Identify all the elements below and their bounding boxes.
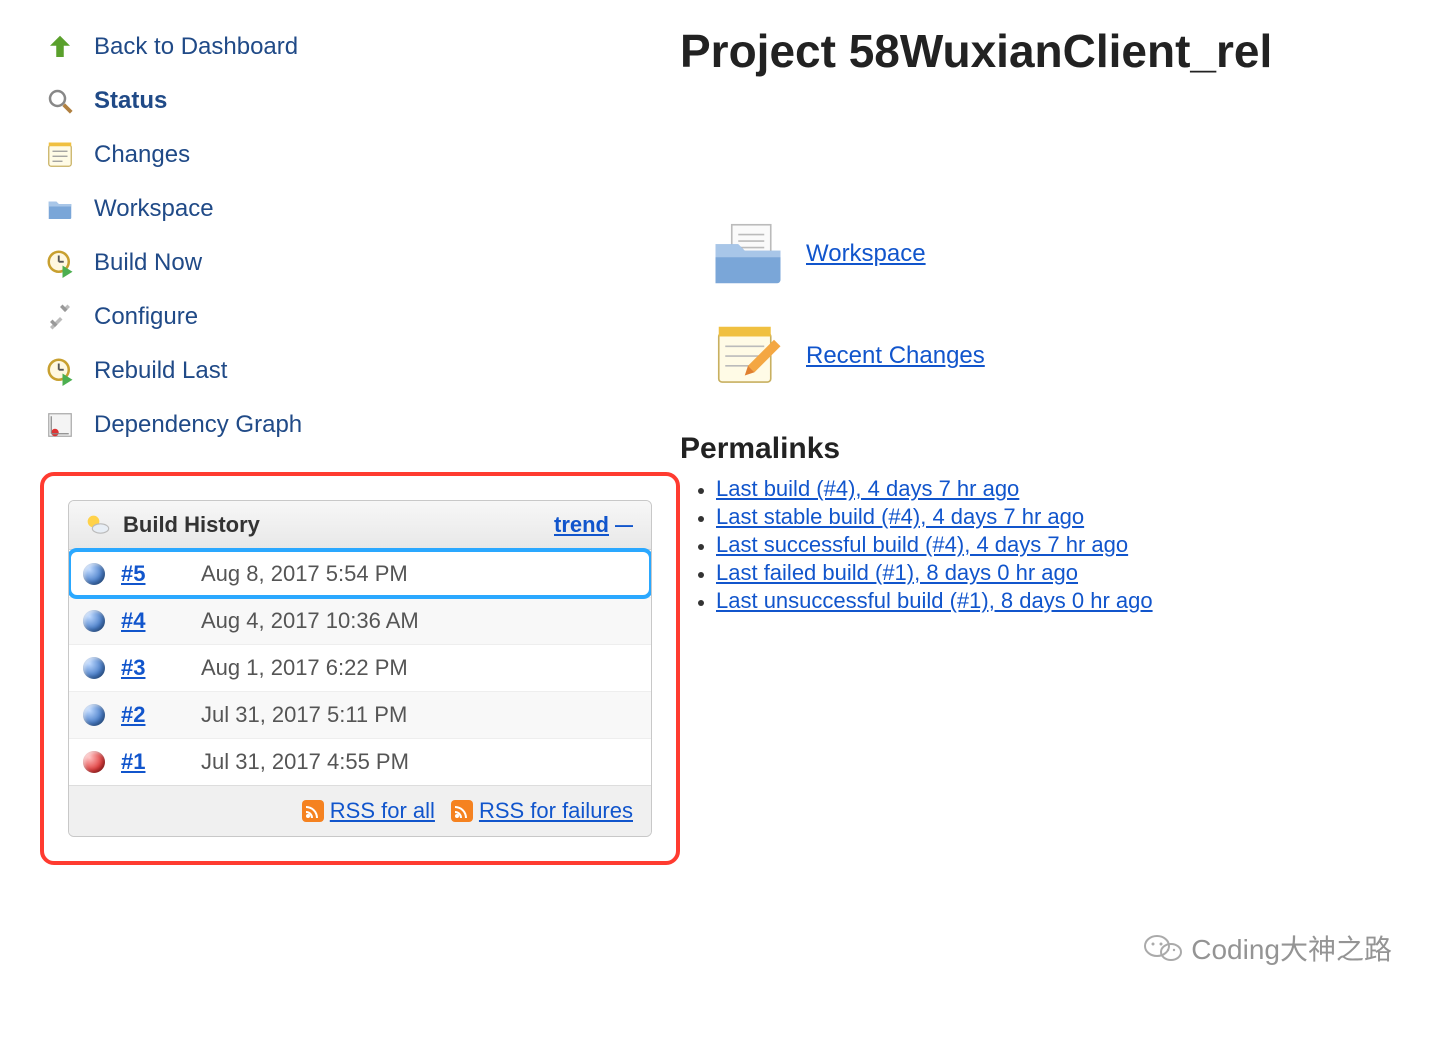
workspace-link[interactable]: Workspace	[806, 240, 926, 268]
build-history-title: Build History	[123, 512, 554, 538]
graph-icon	[40, 410, 80, 440]
permalink-link[interactable]: Last failed build (#1), 8 days 0 hr ago	[716, 560, 1078, 585]
nav-label: Rebuild Last	[94, 357, 227, 385]
permalink-item: Last build (#4), 4 days 7 hr ago	[716, 476, 1432, 502]
build-timestamp: Aug 8, 2017 5:54 PM	[201, 561, 408, 587]
quicklink-recent-changes[interactable]: Recent Changes	[708, 320, 1432, 392]
collapse-icon[interactable]: —	[615, 515, 633, 536]
notepad-icon	[40, 140, 80, 170]
sidebar: Back to Dashboard Status Changes Workspa…	[0, 0, 680, 865]
trend-link[interactable]: trend	[554, 512, 609, 538]
build-number-link[interactable]: #2	[121, 702, 201, 728]
search-icon	[40, 86, 80, 116]
build-history-panel: Build History trend — #5Aug 8, 2017 5:54…	[68, 500, 652, 837]
nav-dependency-graph[interactable]: Dependency Graph	[40, 398, 680, 452]
permalink-item: Last unsuccessful build (#1), 8 days 0 h…	[716, 588, 1432, 614]
weather-icon	[83, 511, 111, 539]
permalink-link[interactable]: Last unsuccessful build (#1), 8 days 0 h…	[716, 588, 1153, 613]
build-history-row[interactable]: #4Aug 4, 2017 10:36 AM	[69, 597, 651, 644]
nav-label: Dependency Graph	[94, 411, 302, 439]
build-timestamp: Jul 31, 2017 5:11 PM	[201, 702, 407, 728]
nav-label: Status	[94, 87, 167, 115]
nav-changes[interactable]: Changes	[40, 128, 680, 182]
nav-workspace[interactable]: Workspace	[40, 182, 680, 236]
page-title: Project 58WuxianClient_rel	[680, 24, 1432, 78]
nav-label: Changes	[94, 141, 190, 169]
rss-failures-link[interactable]: RSS for failures	[479, 798, 633, 824]
nav-status[interactable]: Status	[40, 74, 680, 128]
build-history-row[interactable]: #5Aug 8, 2017 5:54 PM	[69, 550, 651, 597]
nav-label: Workspace	[94, 195, 214, 223]
nav-label: Configure	[94, 303, 198, 331]
build-number-link[interactable]: #5	[121, 561, 201, 587]
rss-icon	[451, 800, 473, 822]
nav-rebuild-last[interactable]: Rebuild Last	[40, 344, 680, 398]
wechat-icon	[1143, 932, 1183, 964]
build-history-row[interactable]: #2Jul 31, 2017 5:11 PM	[69, 691, 651, 738]
build-status-ball-icon	[83, 610, 105, 632]
permalink-link[interactable]: Last build (#4), 4 days 7 hr ago	[716, 476, 1019, 501]
notepad-pencil-icon	[708, 320, 788, 392]
nav-build-now[interactable]: Build Now	[40, 236, 680, 290]
build-history-row[interactable]: #3Aug 1, 2017 6:22 PM	[69, 644, 651, 691]
recent-changes-link[interactable]: Recent Changes	[806, 342, 985, 370]
build-status-ball-icon	[83, 704, 105, 726]
permalink-item: Last failed build (#1), 8 days 0 hr ago	[716, 560, 1432, 586]
clock-play-icon	[40, 248, 80, 278]
permalink-item: Last stable build (#4), 4 days 7 hr ago	[716, 504, 1432, 530]
build-history-footer: RSS for all RSS for failures	[69, 785, 651, 836]
folder-document-icon	[708, 218, 788, 290]
build-status-ball-icon	[83, 657, 105, 679]
permalinks-list: Last build (#4), 4 days 7 hr ago Last sta…	[716, 476, 1432, 614]
nav-back-to-dashboard[interactable]: Back to Dashboard	[40, 20, 680, 74]
build-timestamp: Aug 1, 2017 6:22 PM	[201, 655, 408, 681]
watermark-text: Coding大神之路	[1191, 928, 1392, 968]
build-number-link[interactable]: #4	[121, 608, 201, 634]
build-number-link[interactable]: #3	[121, 655, 201, 681]
main-content: Project 58WuxianClient_rel Workspace	[680, 0, 1432, 616]
rss-icon	[302, 800, 324, 822]
watermark: Coding大神之路	[1143, 928, 1392, 968]
build-status-ball-icon	[83, 563, 105, 585]
up-arrow-icon	[40, 32, 80, 62]
build-number-link[interactable]: #1	[121, 749, 201, 775]
permalink-item: Last successful build (#4), 4 days 7 hr …	[716, 532, 1432, 558]
quick-links: Workspace Recent Changes	[708, 218, 1432, 392]
nav-configure[interactable]: Configure	[40, 290, 680, 344]
build-history-row[interactable]: #1Jul 31, 2017 4:55 PM	[69, 738, 651, 785]
quicklink-workspace[interactable]: Workspace	[708, 218, 1432, 290]
build-history-highlight: Build History trend — #5Aug 8, 2017 5:54…	[40, 472, 680, 865]
permalink-link[interactable]: Last successful build (#4), 4 days 7 hr …	[716, 532, 1128, 557]
build-timestamp: Jul 31, 2017 4:55 PM	[201, 749, 409, 775]
build-status-ball-icon	[83, 751, 105, 773]
build-history-header: Build History trend —	[69, 501, 651, 550]
nav-label: Build Now	[94, 249, 202, 277]
folder-icon	[40, 194, 80, 224]
permalink-link[interactable]: Last stable build (#4), 4 days 7 hr ago	[716, 504, 1084, 529]
tools-icon	[40, 302, 80, 332]
nav-label: Back to Dashboard	[94, 33, 298, 61]
build-timestamp: Aug 4, 2017 10:36 AM	[201, 608, 419, 634]
permalinks-section: Permalinks Last build (#4), 4 days 7 hr …	[680, 432, 1432, 614]
clock-play-icon	[40, 356, 80, 386]
rss-all-link[interactable]: RSS for all	[330, 798, 435, 824]
permalinks-heading: Permalinks	[680, 432, 1432, 466]
